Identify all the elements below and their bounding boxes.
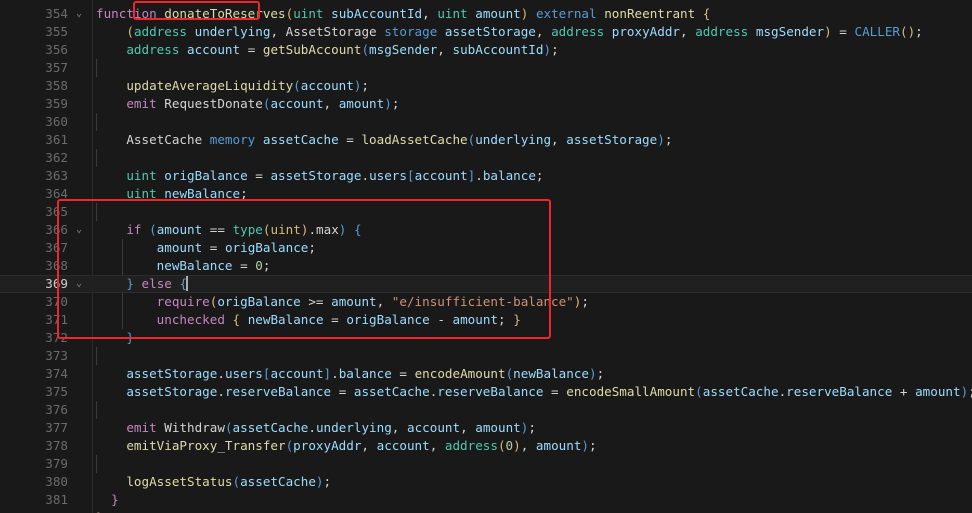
code-line[interactable]: 370 require(origBalance >= amount, "e/in… [0,293,972,311]
line-number[interactable]: 369 [0,275,68,293]
line-number[interactable]: 376 [0,401,68,419]
chevron-down-icon[interactable]: ⌄ [72,5,86,23]
line-number[interactable]: 360 [0,113,68,131]
text-cursor [186,276,188,291]
line-number[interactable]: 359 [0,95,68,113]
line-number[interactable]: 367 [0,239,68,257]
line-content[interactable]: uint origBalance = assetStorage.users[ac… [96,167,544,185]
code-line[interactable]: 357 [0,59,972,77]
code-line[interactable]: 378 emitViaProxy_Transfer(proxyAddr, acc… [0,437,972,455]
code-line[interactable]: 377 emit Withdraw(assetCache.underlying,… [0,419,972,437]
code-line[interactable]: 380 logAssetStatus(assetCache); [0,473,972,491]
code-line[interactable]: 363 uint origBalance = assetStorage.user… [0,167,972,185]
code-editor-pane[interactable]: 354 ⌄ function donateToReserves(uint sub… [0,0,972,513]
line-content[interactable]: function donateToReserves(uint subAccoun… [96,5,710,23]
line-number[interactable]: 381 [0,491,68,509]
indent-guide [96,347,97,365]
code-line[interactable]: 381 } [0,491,972,509]
code-line[interactable]: 376 [0,401,972,419]
code-line[interactable]: 359 emit RequestDonate(account, amount); [0,95,972,113]
line-content[interactable]: } [96,329,134,347]
code-line[interactable]: 382 } [0,509,972,513]
code-line[interactable]: 379 [0,455,972,473]
code-lines-container[interactable]: 354 ⌄ function donateToReserves(uint sub… [0,0,972,513]
line-content[interactable]: address account = getSubAccount(msgSende… [96,41,559,59]
code-line[interactable]: 361 AssetCache memory assetCache = loadA… [0,131,972,149]
line-content[interactable]: emit RequestDonate(account, amount); [96,95,399,113]
line-number[interactable]: 372 [0,329,68,347]
line-number[interactable]: 358 [0,77,68,95]
line-number[interactable]: 356 [0,41,68,59]
line-number[interactable]: 382 [0,509,68,513]
line-content[interactable]: } [96,509,104,513]
code-line[interactable]: 372 } [0,329,972,347]
code-line[interactable]: 374 assetStorage.users[account].balance … [0,365,972,383]
line-number[interactable]: 366 [0,221,68,239]
line-number[interactable]: 377 [0,419,68,437]
line-content[interactable]: uint newBalance; [96,185,248,203]
line-content[interactable]: emit Withdraw(assetCache.underlying, acc… [96,419,536,437]
indent-guide [96,59,97,77]
line-number[interactable]: 364 [0,185,68,203]
indent-guide [96,401,97,419]
line-number[interactable]: 363 [0,167,68,185]
chevron-down-icon[interactable]: ⌄ [72,275,86,293]
indent-guide [96,149,97,167]
line-content[interactable]: assetStorage.reserveBalance = assetCache… [96,383,972,401]
indent-guide [96,455,97,473]
line-content[interactable]: AssetCache memory assetCache = loadAsset… [96,131,672,149]
line-content[interactable]: (address underlying, AssetStorage storag… [96,23,923,41]
code-line[interactable]: 360 [0,113,972,131]
code-line[interactable]: 375 assetStorage.reserveBalance = assetC… [0,383,972,401]
line-number[interactable]: 357 [0,59,68,77]
line-number[interactable]: 373 [0,347,68,365]
code-line[interactable]: 356 address account = getSubAccount(msgS… [0,41,972,59]
line-number[interactable]: 374 [0,365,68,383]
code-line[interactable]: 354 ⌄ function donateToReserves(uint sub… [0,5,972,23]
line-content[interactable]: require(origBalance >= amount, "e/insuff… [96,293,589,311]
code-line[interactable]: 355 (address underlying, AssetStorage st… [0,23,972,41]
code-line[interactable]: 371 unchecked { newBalance = origBalance… [0,311,972,329]
line-number[interactable]: 370 [0,293,68,311]
code-line[interactable]: 367 amount = origBalance; [0,239,972,257]
line-number[interactable]: 375 [0,383,68,401]
code-line[interactable]: 368 newBalance = 0; [0,257,972,275]
code-line[interactable]: 373 [0,347,972,365]
line-number[interactable]: 361 [0,131,68,149]
line-number[interactable]: 378 [0,437,68,455]
indent-guide [96,203,97,221]
indent-guide [96,113,97,131]
line-number[interactable]: 365 [0,203,68,221]
line-number[interactable]: 354 [0,5,68,23]
line-number[interactable]: 371 [0,311,68,329]
chevron-down-icon[interactable]: ⌄ [72,221,86,239]
code-line[interactable]: 358 updateAverageLiquidity(account); [0,77,972,95]
line-number[interactable]: 355 [0,23,68,41]
code-line[interactable]: 366 ⌄ if (amount == type(uint).max) { [0,221,972,239]
line-content[interactable]: } else { [96,275,187,293]
line-content[interactable]: logAssetStatus(assetCache); [96,473,331,491]
line-number[interactable]: 368 [0,257,68,275]
line-number[interactable]: 380 [0,473,68,491]
line-number[interactable]: 379 [0,455,68,473]
line-content[interactable]: unchecked { newBalance = origBalance - a… [96,311,521,329]
code-line[interactable]: 364 uint newBalance; [0,185,972,203]
line-content[interactable]: amount = origBalance; [96,239,316,257]
line-content[interactable]: newBalance = 0; [96,257,270,275]
line-content[interactable]: assetStorage.users[account].balance = en… [96,365,604,383]
line-content[interactable]: emitViaProxy_Transfer(proxyAddr, account… [96,437,597,455]
code-line-active[interactable]: 369 ⌄ } else { [0,275,972,293]
line-number[interactable]: 362 [0,149,68,167]
line-content[interactable]: if (amount == type(uint).max) { [96,221,362,239]
code-line[interactable]: 362 [0,149,972,167]
code-line[interactable]: 365 [0,203,972,221]
line-content[interactable]: updateAverageLiquidity(account); [96,77,369,95]
line-content[interactable]: } [96,491,119,509]
